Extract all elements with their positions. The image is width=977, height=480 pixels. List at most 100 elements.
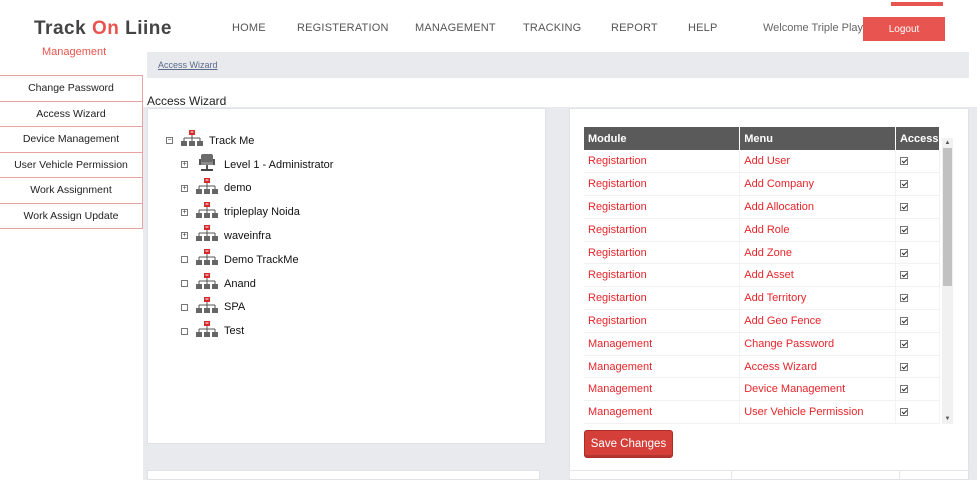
tree-root-node[interactable]: − Track Me [166,130,254,151]
tree-node[interactable]: Anand [181,273,256,294]
leaf-box-icon [181,280,188,287]
tree-node-label[interactable]: tripleplay Noida [224,206,300,218]
tree-node-label[interactable]: SPA [224,301,245,313]
sidebar-item-change-password[interactable]: Change Password [0,75,143,102]
access-checkbox[interactable] [899,339,908,348]
access-checkbox[interactable] [899,203,908,212]
nav-management[interactable]: MANAGEMENT [415,22,496,34]
tree-node-label[interactable]: Track Me [209,135,254,147]
access-checkbox[interactable] [899,294,908,303]
org-chart-icon [196,177,224,199]
column-header-menu: Menu [739,127,896,150]
sidebar: Change Password Access Wizard Device Man… [0,75,143,229]
table-row: Management User Vehicle Permission [584,400,941,424]
access-checkbox[interactable] [899,362,908,371]
access-checkbox[interactable] [899,180,908,189]
leaf-box-icon [181,327,188,335]
module-cell: Registartion [584,218,741,242]
scroll-up-icon[interactable]: ▲ [942,138,953,148]
access-checkbox[interactable] [899,385,908,394]
leaf-box-icon [181,256,188,264]
access-cell [895,263,941,288]
nav-tracking[interactable]: TRACKING [523,22,581,34]
org-chart-icon [181,130,209,151]
table-row: Registartion Add Role [584,218,941,242]
lower-panel-right [569,470,969,480]
tree-node-label[interactable]: waveinfra [224,230,271,242]
access-cell [895,309,941,333]
table-header-row: Module Menu Access [584,127,941,150]
tree-node-label[interactable]: Test [224,325,244,337]
collapse-icon[interactable]: − [166,137,173,144]
expand-icon[interactable]: + [181,184,188,192]
table-row: Registartion Add Asset [584,263,941,288]
access-checkbox[interactable] [899,408,908,417]
app-logo[interactable]: Track On Liine [34,18,172,40]
breadcrumb-access-wizard[interactable]: Access Wizard [158,60,218,70]
logo-text-track: Track [34,18,92,39]
org-chart-icon [196,273,224,294]
sidebar-item-device-management[interactable]: Device Management [0,126,143,153]
permissions-table-body: Registartion Add User Registartion Add Comp… [584,150,941,424]
access-cell [895,377,941,402]
table-row: Registartion Add Geo Fence [584,309,941,333]
org-chart-icon [196,201,224,223]
table-row: Management Change Password [584,332,941,356]
access-checkbox[interactable] [899,317,908,326]
sidebar-item-access-wizard[interactable]: Access Wizard [0,100,143,127]
menu-cell: Access Wizard [739,355,896,379]
module-cell: Management [584,400,741,424]
sidebar-item-work-assignment[interactable]: Work Assignment [0,177,143,204]
menu-cell: User Vehicle Permission [739,400,896,424]
sidebar-item-work-assign-update[interactable]: Work Assign Update [0,202,143,229]
table-scrollbar[interactable]: ▲ ▼ [942,138,953,424]
tree-node[interactable]: + tripleplay Noida [181,201,300,223]
scroll-down-icon[interactable]: ▼ [942,414,953,424]
nav-home[interactable]: HOME [232,22,266,34]
expand-icon[interactable]: + [181,161,188,168]
logo-subtitle: Management [42,46,107,58]
column-header-access: Access [895,127,941,150]
tree-node-label[interactable]: Demo TrackMe [224,254,299,266]
expand-icon[interactable]: + [181,232,188,240]
lower-panel-left [147,470,540,480]
access-checkbox[interactable] [899,248,908,257]
expand-icon[interactable]: + [181,208,188,216]
lower-panel-divider [569,471,570,480]
menu-cell: Add User [739,150,896,174]
tree-node[interactable]: + Level 1 - Administrator [181,154,333,175]
sidebar-item-user-vehicle-permission[interactable]: User Vehicle Permission [0,151,143,178]
tree-node[interactable]: + waveinfra [181,225,271,246]
access-checkbox[interactable] [899,271,908,280]
nav-registeration[interactable]: REGISTERATION [297,22,389,34]
chair-icon [196,154,224,175]
access-cell [895,218,941,242]
permissions-table: Module Menu Access Registartion Add User R… [584,127,941,424]
table-row: Registartion Add Allocation [584,195,941,219]
access-checkbox[interactable] [899,225,908,234]
module-cell: Management [584,332,741,356]
access-checkbox[interactable] [899,157,908,166]
module-cell: Registartion [584,309,741,333]
page-title: Access Wizard [147,94,227,108]
org-chart-icon [196,249,224,270]
tree-node-label[interactable]: Anand [224,278,256,290]
tree-node-label[interactable]: demo [224,182,252,194]
save-changes-button[interactable]: Save Changes [584,430,673,458]
breadcrumb: Access Wizard [147,52,969,78]
logout-button[interactable]: Logout [863,17,945,41]
tree-node[interactable]: Test [181,320,244,342]
lower-panel-divider [731,471,732,480]
access-cell [895,241,941,265]
tree-node[interactable]: + demo [181,177,252,199]
tree-node-label[interactable]: Level 1 - Administrator [224,159,333,171]
column-header-module: Module [584,127,741,150]
nav-report[interactable]: REPORT [611,22,658,34]
scroll-thumb[interactable] [943,148,952,286]
access-cell [895,400,941,424]
leaf-box-icon [181,303,188,311]
tree-node[interactable]: SPA [181,296,245,318]
tree-node[interactable]: Demo TrackMe [181,249,299,270]
welcome-text: Welcome Triple Play [763,22,864,34]
nav-help[interactable]: HELP [688,22,718,34]
